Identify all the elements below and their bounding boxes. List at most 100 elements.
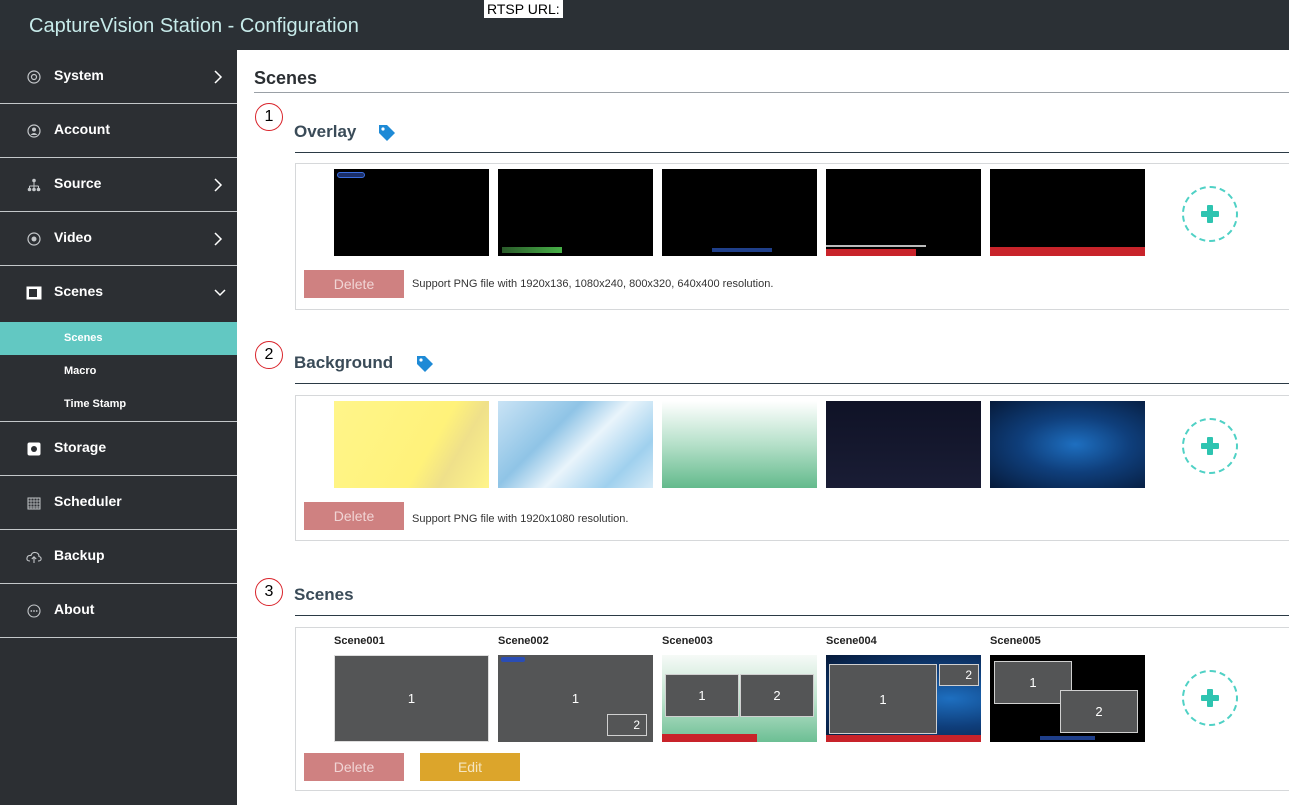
section-marker-3: 3	[255, 578, 283, 606]
main-content: Scenes 1 Overlay Delete Support PNG file…	[237, 50, 1289, 805]
tag-icon[interactable]	[377, 123, 397, 143]
overlay-thumbnail-3[interactable]	[662, 169, 817, 256]
sidebar-item-label: Storage	[54, 439, 107, 455]
background-hint-text: Support PNG file with 1920x1080 resoluti…	[412, 513, 629, 525]
sidebar-subitem-label: Time Stamp	[64, 398, 127, 410]
scene-thumbnail-3[interactable]: 1 2	[662, 655, 817, 742]
sidebar-item-storage[interactable]: Storage	[0, 422, 237, 476]
chevron-right-icon	[213, 69, 227, 85]
app-title: CaptureVision Station - Configuration	[29, 15, 359, 37]
network-tree-icon	[26, 177, 42, 193]
sidebar-item-backup[interactable]: Backup	[0, 530, 237, 584]
background-thumbnail-2[interactable]	[498, 401, 653, 488]
scenes-section-title: Scenes	[294, 585, 354, 604]
scenes-window-icon	[26, 285, 42, 301]
background-delete-button[interactable]: Delete	[304, 502, 404, 530]
page-title: Scenes	[254, 68, 318, 88]
scene-window-1: 1	[665, 674, 739, 717]
scene-window-1: 1	[829, 664, 937, 734]
overlay-lower-third	[1040, 736, 1095, 740]
sidebar-item-video[interactable]: Video	[0, 212, 237, 266]
background-thumbnail-1[interactable]	[334, 401, 489, 488]
scene-thumbnail-4[interactable]: 1 2	[826, 655, 981, 742]
user-circle-icon	[26, 123, 42, 139]
scene-thumbnail-5[interactable]: 1 2	[990, 655, 1145, 742]
overlay-lower-third	[502, 247, 562, 253]
chevron-right-icon	[213, 177, 227, 193]
background-panel: Delete Support PNG file with 1920x1080 r…	[295, 395, 1289, 541]
overlay-lower-third	[826, 735, 981, 742]
background-thumbnail-4[interactable]	[826, 401, 981, 488]
record-circle-icon	[26, 231, 42, 247]
overlay-lower-third	[712, 248, 772, 252]
sidebar-item-scheduler[interactable]: Scheduler	[0, 476, 237, 530]
rtsp-url-label: RTSP URL:	[484, 0, 563, 18]
overlay-lower-third-line	[826, 245, 926, 247]
chat-dots-icon	[26, 603, 42, 619]
overlay-lower-third	[662, 734, 757, 742]
sidebar-item-label: Scheduler	[54, 493, 122, 509]
cloud-upload-icon	[26, 549, 42, 565]
sidebar-subitem-label: Macro	[64, 365, 97, 377]
section-marker-2: 2	[255, 341, 283, 369]
overlay-delete-button[interactable]: Delete	[304, 270, 404, 298]
overlay-lower-third	[826, 249, 916, 256]
add-scene-button[interactable]	[1182, 670, 1238, 726]
sidebar: System Account Source Video Scenes Scene…	[0, 50, 237, 805]
tag-icon[interactable]	[415, 354, 435, 374]
scene-window-2: 2	[939, 664, 979, 686]
scene-name: Scene005	[990, 635, 1041, 647]
overlay-thumbnail-4[interactable]	[826, 169, 981, 256]
sidebar-subitem-macro[interactable]: Macro	[0, 355, 237, 388]
sidebar-item-label: Account	[54, 121, 110, 137]
scene-name: Scene004	[826, 635, 877, 647]
scene-thumbnail-2[interactable]: 1 2	[498, 655, 653, 742]
overlay-section-title: Overlay	[294, 122, 357, 141]
sidebar-item-system[interactable]: System	[0, 50, 237, 104]
calendar-icon	[26, 495, 42, 511]
scene-window-2: 2	[1060, 690, 1138, 733]
sidebar-item-label: Source	[54, 175, 102, 191]
scene-name: Scene001	[334, 635, 385, 647]
chevron-down-icon	[213, 285, 227, 301]
sidebar-item-source[interactable]: Source	[0, 158, 237, 212]
overlay-thumbnail-1[interactable]	[334, 169, 489, 256]
storage-icon	[26, 441, 42, 457]
scenes-delete-button[interactable]: Delete	[304, 753, 404, 781]
gear-circle-icon	[26, 69, 42, 85]
sidebar-item-scenes[interactable]: Scenes	[0, 266, 237, 320]
scenes-panel: Scene001 1 Scene002 1 2 Scene003 1 2 Sce…	[295, 627, 1289, 791]
top-bar: CaptureVision Station - Configuration RT…	[0, 0, 1289, 50]
background-thumbnail-3[interactable]	[662, 401, 817, 488]
overlay-thumbnail-2[interactable]	[498, 169, 653, 256]
add-overlay-button[interactable]	[1182, 186, 1238, 242]
sidebar-item-label: Video	[54, 229, 92, 245]
sidebar-item-account[interactable]: Account	[0, 104, 237, 158]
scene-window-2: 2	[740, 674, 814, 717]
divider	[295, 383, 1289, 384]
sidebar-subitem-label: Scenes	[64, 332, 103, 344]
overlay-thumbnail-5[interactable]	[990, 169, 1145, 256]
scene-thumbnail-1[interactable]: 1	[334, 655, 489, 742]
sidebar-item-label: Scenes	[54, 283, 104, 299]
section-marker-1: 1	[255, 103, 283, 131]
chevron-right-icon	[213, 231, 227, 247]
background-section-title: Background	[294, 353, 394, 372]
divider	[295, 615, 1289, 616]
add-background-button[interactable]	[1182, 418, 1238, 474]
background-thumbnail-5[interactable]	[990, 401, 1145, 488]
sidebar-subitem-scenes[interactable]: Scenes	[0, 322, 237, 355]
sidebar-item-label: Backup	[54, 547, 105, 563]
scene-name: Scene003	[662, 635, 713, 647]
overlay-lower-third	[990, 247, 1145, 256]
overlay-badge	[501, 657, 525, 662]
overlay-badge	[337, 172, 365, 178]
scene-window-2: 2	[607, 714, 647, 736]
divider	[254, 92, 1289, 93]
overlay-panel: Delete Support PNG file with 1920x136, 1…	[295, 163, 1289, 310]
scenes-edit-button[interactable]: Edit	[420, 753, 520, 781]
sidebar-item-about[interactable]: About	[0, 584, 237, 638]
divider	[295, 152, 1289, 153]
scene-name: Scene002	[498, 635, 549, 647]
sidebar-subitem-time-stamp[interactable]: Time Stamp	[0, 388, 237, 421]
